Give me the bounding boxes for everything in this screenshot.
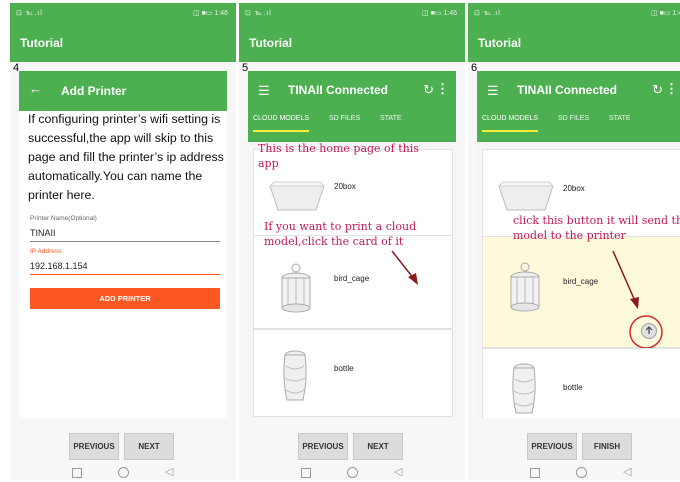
bird-cage-model-icon: [281, 263, 311, 313]
model-card-bottle[interactable]: bottle: [482, 348, 680, 418]
annotation-arrow-icon: [391, 250, 418, 285]
model-name: bird_cage: [334, 274, 370, 283]
tutorial-nav: PREVIOUS NEXT: [239, 433, 465, 465]
tutorial-nav: PREVIOUS NEXT: [10, 433, 236, 465]
model-name: 20box: [334, 182, 356, 191]
add-printer-screen: ← Add Printer If configuring printer’s w…: [19, 71, 227, 418]
annotation-arrow-icon: [612, 250, 639, 309]
previous-button[interactable]: PREVIOUS: [69, 433, 119, 460]
tab-cloud-models[interactable]: CLOUD MODELS: [253, 115, 310, 132]
app-bar-title: Tutorial: [249, 36, 293, 50]
signal-icon: ⊡ ℡.ıl: [474, 10, 501, 17]
add-printer-button[interactable]: ADD PRINTER: [30, 288, 220, 309]
phone-screen-step-6: ⊡ ℡.ıl ◫ ■▭ 1:46 Tutorial 6 ☰ TINAII Con…: [468, 3, 680, 480]
previous-button[interactable]: PREVIOUS: [298, 433, 348, 460]
box-model-icon: [497, 181, 555, 211]
highlight-circle-icon: [629, 315, 663, 349]
model-card-bottle[interactable]: bottle: [253, 329, 453, 417]
status-bar: ⊡ ℡.ıl ◫ ■▭ 1:46: [239, 3, 465, 23]
more-options-icon[interactable]: ⋮: [436, 81, 449, 97]
tab-sd-files[interactable]: SD FILES: [329, 115, 360, 122]
finish-button[interactable]: FINISH: [582, 433, 632, 460]
circle-nav-icon[interactable]: [576, 467, 587, 478]
tab-cloud-models[interactable]: CLOUD MODELS: [482, 115, 539, 132]
annotation-click-card: If you want to print a cloud model,click…: [264, 220, 417, 248]
phone-screen-step-5: ⊡ ℡.ıl ◫ ■▭ 1:46 Tutorial 5 ☰ TINAII Con…: [239, 3, 465, 480]
status-bar: ⊡ ℡.ıl ◫ ■▭ 1:46: [10, 3, 236, 23]
next-button[interactable]: NEXT: [124, 433, 174, 460]
square-nav-icon[interactable]: [530, 468, 540, 478]
annotation-send-button: click this button it will send the model…: [513, 214, 680, 242]
home-app-bar: ☰ TINAII Connected ↻ ⋮ CLOUD MODELS SD F…: [248, 71, 456, 142]
connection-title: TINAII Connected: [517, 83, 618, 97]
app-bar-title: Tutorial: [20, 36, 64, 50]
app-bar: Tutorial: [239, 23, 465, 62]
phone-screen-step-4: ⊡ ℡.ıl ◫ ■▭ 1:46 Tutorial 4 ← Add Printe…: [10, 3, 236, 480]
app-bar: Tutorial: [10, 23, 236, 62]
back-arrow-icon[interactable]: ←: [29, 81, 42, 96]
menu-icon[interactable]: ☰: [487, 83, 499, 99]
tutorial-nav: PREVIOUS FINISH: [468, 433, 680, 465]
system-nav-bar: ◁: [468, 466, 680, 480]
previous-button[interactable]: PREVIOUS: [527, 433, 577, 460]
battery-clock: ◫ ■▭ 1:46: [422, 10, 457, 17]
tab-state[interactable]: STATE: [380, 115, 402, 122]
status-bar: ⊡ ℡.ıl ◫ ■▭ 1:46: [468, 3, 680, 23]
signal-icon: ⊡ ℡.ıl: [16, 10, 43, 17]
model-name: 20box: [563, 184, 585, 193]
back-triangle-nav-icon[interactable]: ◁: [165, 466, 173, 478]
circle-nav-icon[interactable]: [347, 467, 358, 478]
back-triangle-nav-icon[interactable]: ◁: [394, 466, 402, 478]
bottle-model-icon: [283, 350, 307, 401]
tab-sd-files[interactable]: SD FILES: [558, 115, 589, 122]
more-options-icon[interactable]: ⋮: [665, 81, 678, 97]
model-name: bird_cage: [563, 277, 599, 286]
bird-cage-model-icon: [510, 262, 540, 312]
ip-address-input[interactable]: 192.168.1.154: [30, 261, 220, 275]
refresh-icon[interactable]: ↻: [423, 82, 434, 98]
add-printer-header: ← Add Printer: [19, 71, 227, 111]
printer-name-input[interactable]: TINAII: [30, 228, 220, 242]
signal-icon: ⊡ ℡.ıl: [245, 10, 272, 17]
page-title: Add Printer: [61, 84, 127, 98]
square-nav-icon[interactable]: [301, 468, 311, 478]
square-nav-icon[interactable]: [72, 468, 82, 478]
next-button[interactable]: NEXT: [353, 433, 403, 460]
home-screen: ☰ TINAII Connected ↻ ⋮ CLOUD MODELS SD F…: [248, 71, 456, 418]
back-triangle-nav-icon[interactable]: ◁: [623, 466, 631, 478]
battery-clock: ◫ ■▭ 1:46: [193, 10, 228, 17]
home-screen: ☰ TINAII Connected ↻ ⋮ CLOUD MODELS SD F…: [477, 71, 680, 418]
ip-address-label: IP Address: [30, 248, 62, 255]
app-bar-title: Tutorial: [478, 36, 522, 50]
system-nav-bar: ◁: [239, 466, 465, 480]
printer-name-label: Printer Name(Optional): [30, 215, 97, 222]
home-app-bar: ☰ TINAII Connected ↻ ⋮ CLOUD MODELS SD F…: [477, 71, 680, 142]
menu-icon[interactable]: ☰: [258, 83, 270, 99]
connection-title: TINAII Connected: [288, 83, 389, 97]
refresh-icon[interactable]: ↻: [652, 82, 663, 98]
annotation-home-page: This is the home page of this app: [258, 142, 419, 170]
box-model-icon: [268, 181, 326, 211]
model-name: bottle: [563, 383, 583, 392]
bottle-model-icon: [512, 363, 536, 414]
circle-nav-icon[interactable]: [118, 467, 129, 478]
app-bar: Tutorial: [468, 23, 680, 62]
system-nav-bar: ◁: [10, 466, 236, 480]
battery-clock: ◫ ■▭ 1:46: [651, 10, 680, 17]
tab-state[interactable]: STATE: [609, 115, 631, 122]
model-name: bottle: [334, 364, 354, 373]
tutorial-info-text: If configuring printer’s wifi setting is…: [28, 112, 224, 202]
